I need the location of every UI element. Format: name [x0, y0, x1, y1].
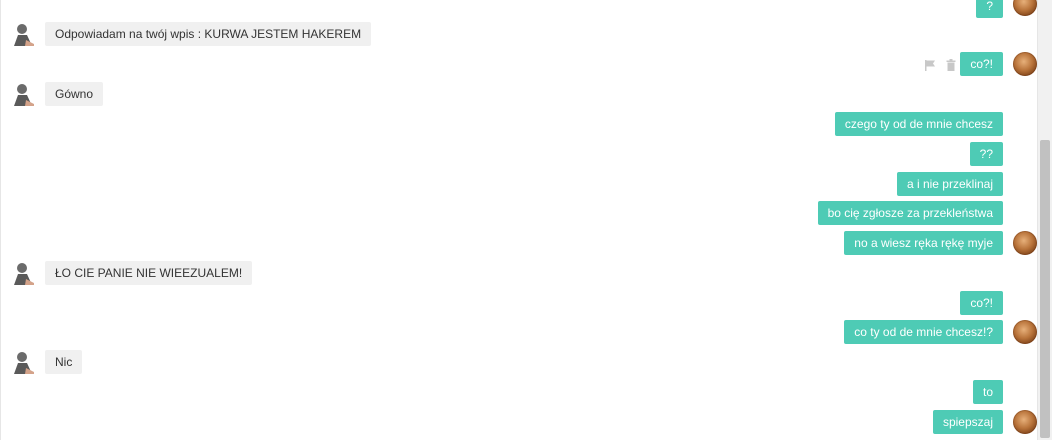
- message-outgoing: no a wiesz ręka rękę myje: [844, 231, 1003, 255]
- message-outgoing: bo cię zgłosze za przekleństwa: [817, 201, 1003, 225]
- message-actions: [924, 59, 956, 71]
- message-incoming: ŁO CIE PANIE NIE WIEEZUALEM!: [45, 261, 253, 285]
- chat-thread: ? Odpowiadam na twój wpis : KURWA JESTEM…: [0, 0, 1038, 440]
- message-text: Odpowiadam na twój wpis : KURWA JESTEM H…: [55, 27, 362, 41]
- message-text: co ty od de mnie chcesz!?: [854, 325, 993, 339]
- message-outgoing: ?: [976, 0, 1003, 18]
- message-text: czego ty od de mnie chcesz: [844, 117, 993, 131]
- contact-avatar[interactable]: [1013, 0, 1037, 16]
- message-outgoing: czego ty od de mnie chcesz: [834, 112, 1003, 136]
- message-text: ŁO CIE PANIE NIE WIEEZUALEM!: [55, 266, 243, 280]
- message-text: Gówno: [55, 87, 94, 101]
- message-text: to: [982, 385, 993, 399]
- message-outgoing: spiepszaj: [932, 410, 1003, 434]
- message-outgoing: ??: [969, 142, 1003, 166]
- message-text: Nic: [55, 355, 73, 369]
- contact-avatar[interactable]: [1013, 231, 1037, 255]
- message-incoming: Gówno: [45, 82, 104, 106]
- user-avatar[interactable]: [11, 22, 35, 46]
- contact-avatar[interactable]: [1013, 410, 1037, 434]
- trash-icon[interactable]: [946, 59, 956, 71]
- message-text: ?: [986, 0, 993, 13]
- message-text: no a wiesz ręka rękę myje: [854, 236, 993, 250]
- message-outgoing: a i nie przeklinaj: [896, 172, 1003, 196]
- scrollbar-thumb[interactable]: [1040, 140, 1050, 438]
- message-text: a i nie przeklinaj: [906, 177, 993, 191]
- user-avatar[interactable]: [11, 82, 35, 106]
- message-outgoing: co?!: [960, 291, 1003, 315]
- message-outgoing: to: [972, 380, 1003, 404]
- message-outgoing: co?!: [960, 52, 1003, 76]
- page-edge: [1052, 0, 1060, 440]
- user-avatar[interactable]: [11, 261, 35, 285]
- message-text: spiepszaj: [942, 415, 993, 429]
- message-text: co?!: [970, 57, 993, 71]
- message-incoming: Nic: [45, 350, 83, 374]
- flag-icon[interactable]: [924, 59, 936, 71]
- user-avatar[interactable]: [11, 350, 35, 374]
- message-text: ??: [979, 147, 993, 161]
- message-incoming: Odpowiadam na twój wpis : KURWA JESTEM H…: [45, 22, 372, 46]
- message-text: co?!: [970, 296, 993, 310]
- message-text: bo cię zgłosze za przekleństwa: [827, 206, 993, 220]
- message-outgoing: co ty od de mnie chcesz!?: [844, 320, 1003, 344]
- contact-avatar[interactable]: [1013, 52, 1037, 76]
- contact-avatar[interactable]: [1013, 320, 1037, 344]
